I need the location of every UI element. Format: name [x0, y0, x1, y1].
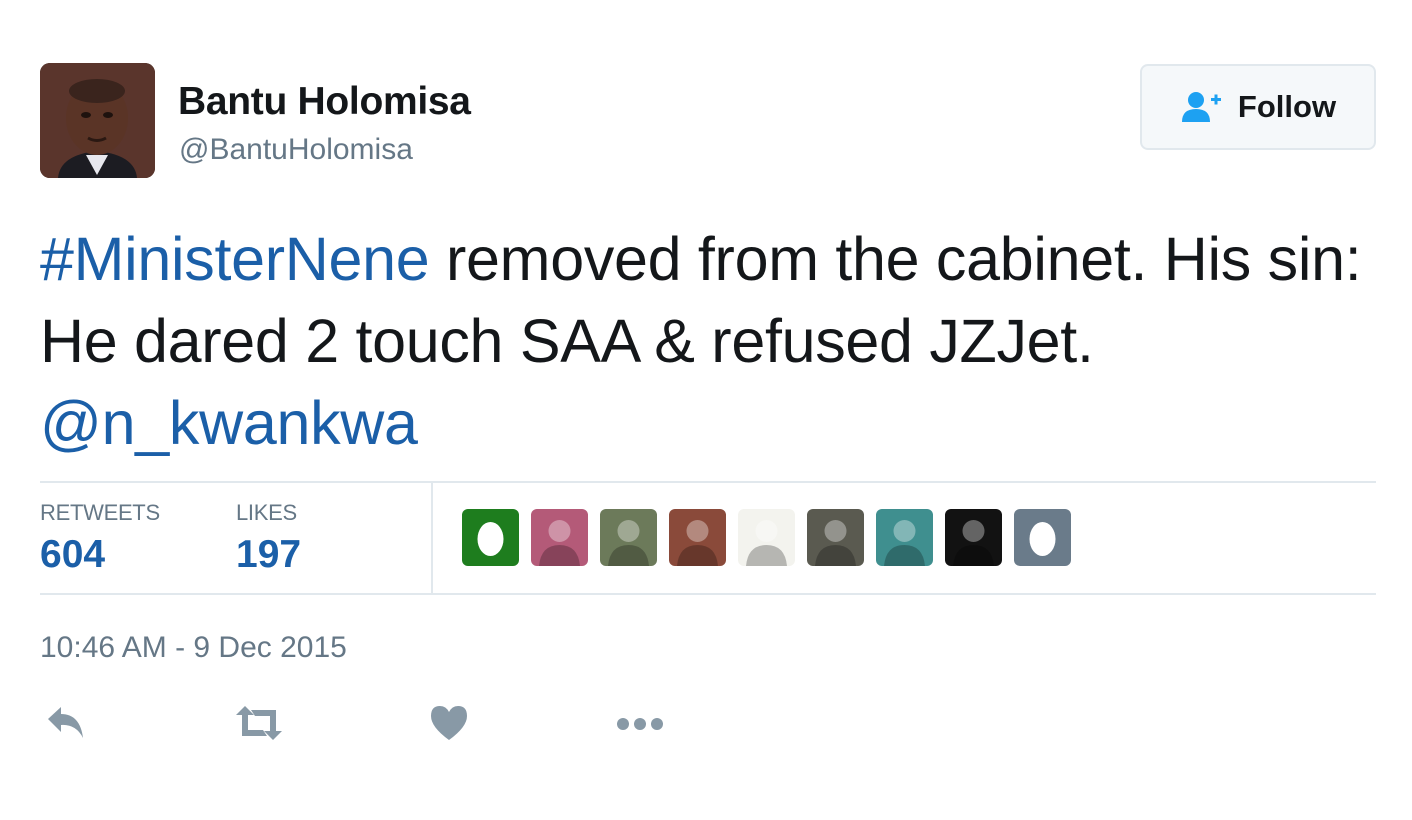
retweets-label: RETWEETS	[40, 500, 160, 525]
liker-person-1[interactable]	[600, 509, 657, 566]
likers-avatar-list	[462, 509, 1071, 566]
profile-photo-icon	[40, 63, 155, 178]
liker-egg-green[interactable]	[462, 509, 519, 566]
liker-minion-ghost[interactable]	[738, 509, 795, 566]
more-icon	[617, 718, 663, 730]
photo-avatar-icon	[945, 509, 1002, 566]
reply-button[interactable]	[44, 702, 86, 749]
stats-bottom-divider	[40, 593, 1376, 595]
liker-person-3[interactable]	[876, 509, 933, 566]
liker-person-4[interactable]	[945, 509, 1002, 566]
retweets-count[interactable]: 604	[40, 533, 105, 577]
likes-count[interactable]: 197	[236, 533, 301, 577]
tweet-text: #MinisterNene removed from the cabinet. …	[40, 218, 1380, 464]
retweet-icon	[236, 706, 282, 740]
photo-avatar-icon	[876, 509, 933, 566]
like-button[interactable]	[429, 702, 469, 749]
photo-avatar-icon	[531, 509, 588, 566]
stats-vertical-divider	[431, 482, 433, 594]
retweet-button[interactable]	[233, 702, 285, 749]
display-name[interactable]: Bantu Holomisa	[178, 80, 471, 124]
liker-egg-grey[interactable]	[1014, 509, 1071, 566]
user-avatar[interactable]	[40, 63, 155, 178]
photo-avatar-icon	[738, 509, 795, 566]
follow-button-label: Follow	[1237, 89, 1337, 124]
follow-button[interactable]: Follow	[1140, 64, 1376, 150]
tweet-timestamp[interactable]: 10:46 AM - 9 Dec 2015	[40, 631, 347, 665]
more-button[interactable]	[615, 702, 665, 749]
add-user-icon	[1181, 92, 1221, 122]
screen-name[interactable]: @BantuHolomisa	[179, 133, 413, 167]
photo-avatar-icon	[600, 509, 657, 566]
egg-avatar-icon	[462, 509, 519, 566]
mention-link[interactable]: @n_kwankwa	[40, 389, 418, 457]
like-heart-icon	[431, 706, 467, 740]
liker-woman[interactable]	[669, 509, 726, 566]
hashtag-link[interactable]: #MinisterNene	[40, 225, 430, 293]
photo-avatar-icon	[807, 509, 864, 566]
egg-avatar-icon	[1014, 509, 1071, 566]
reply-icon	[48, 707, 83, 738]
photo-avatar-icon	[669, 509, 726, 566]
liker-flowers[interactable]	[531, 509, 588, 566]
stats-top-divider	[40, 481, 1376, 483]
liker-person-2[interactable]	[807, 509, 864, 566]
likes-label: LIKES	[236, 500, 297, 525]
